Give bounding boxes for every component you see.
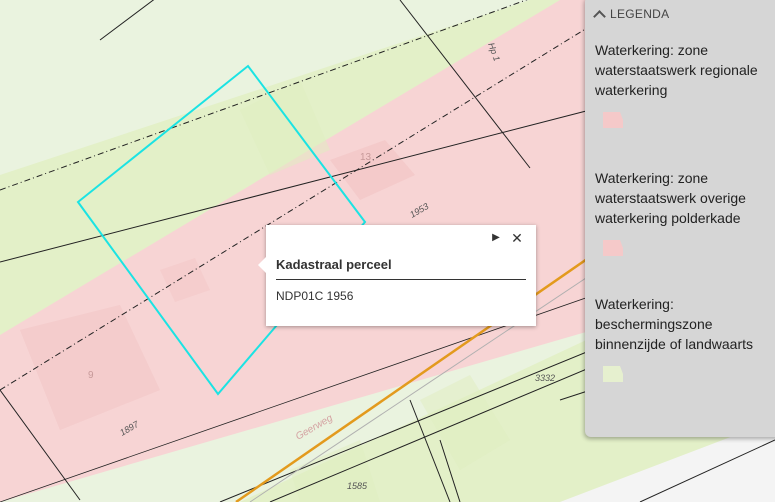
- legend-swatch: [603, 240, 623, 256]
- parcel-popup: ▶ ✕ Kadastraal perceel NDP01C 1956: [258, 225, 536, 326]
- legend-item-label: Waterkering: zone waterstaatswerk overig…: [595, 170, 746, 226]
- legend-item-label: Waterkering: zone waterstaatswerk region…: [595, 42, 758, 98]
- popup-divider: [276, 279, 526, 280]
- legend-item: Waterkering: beschermingszone binnenzijd…: [595, 294, 771, 382]
- popup-value: NDP01C 1956: [276, 289, 354, 303]
- parcel-label: 1585: [347, 481, 368, 491]
- close-icon[interactable]: ✕: [510, 231, 524, 245]
- legend-title: LEGENDA: [610, 7, 670, 21]
- legend-swatch: [603, 366, 623, 382]
- legend-panel: LEGENDA Waterkering: zone waterstaatswer…: [585, 0, 775, 437]
- popup-pointer: [258, 257, 266, 273]
- chevron-up-icon: [593, 9, 606, 23]
- legend-toggle[interactable]: LEGENDA: [593, 6, 670, 23]
- next-icon[interactable]: ▶: [489, 231, 503, 245]
- legend-swatch: [603, 112, 623, 128]
- legend-item-label: Waterkering: beschermingszone binnenzijd…: [595, 296, 753, 352]
- legend-item: Waterkering: zone waterstaatswerk overig…: [595, 168, 771, 256]
- house-number-label: 13: [360, 152, 372, 163]
- popup-title: Kadastraal perceel: [276, 257, 392, 272]
- parcel-label: 3332: [535, 373, 555, 383]
- legend-item: Waterkering: zone waterstaatswerk region…: [595, 40, 771, 128]
- house-number-label: 9: [88, 370, 94, 381]
